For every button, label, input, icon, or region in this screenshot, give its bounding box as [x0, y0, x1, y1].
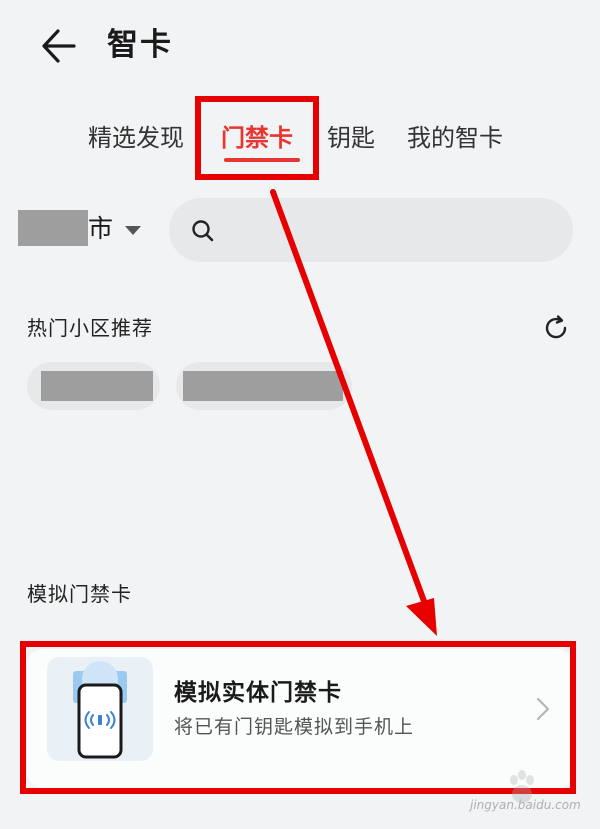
- community-chip[interactable]: [176, 362, 352, 410]
- city-name-redacted: [18, 210, 88, 246]
- tab-my-cards[interactable]: 我的智卡: [407, 118, 503, 158]
- search-icon: [190, 218, 216, 244]
- refresh-icon[interactable]: [541, 313, 571, 343]
- community-name-redacted: [41, 371, 153, 401]
- city-selector[interactable]: 市: [88, 209, 113, 249]
- caret-down-icon[interactable]: [125, 226, 141, 235]
- hot-communities-heading: 热门小区推荐: [27, 316, 153, 340]
- back-arrow-icon: [42, 29, 76, 63]
- card-highlight-box: [20, 641, 576, 794]
- search-input[interactable]: [169, 198, 573, 262]
- tab-discover[interactable]: 精选发现: [88, 118, 184, 158]
- community-chip[interactable]: [27, 362, 160, 410]
- page-title: 智卡: [107, 27, 173, 63]
- tab-highlight-box: [195, 96, 319, 180]
- back-button[interactable]: [36, 22, 84, 70]
- community-name-redacted: [183, 371, 343, 401]
- simulated-card-heading: 模拟门禁卡: [27, 582, 132, 606]
- watermark-text: jingyan.baidu.com: [470, 798, 581, 812]
- tab-key[interactable]: 钥匙: [327, 118, 375, 158]
